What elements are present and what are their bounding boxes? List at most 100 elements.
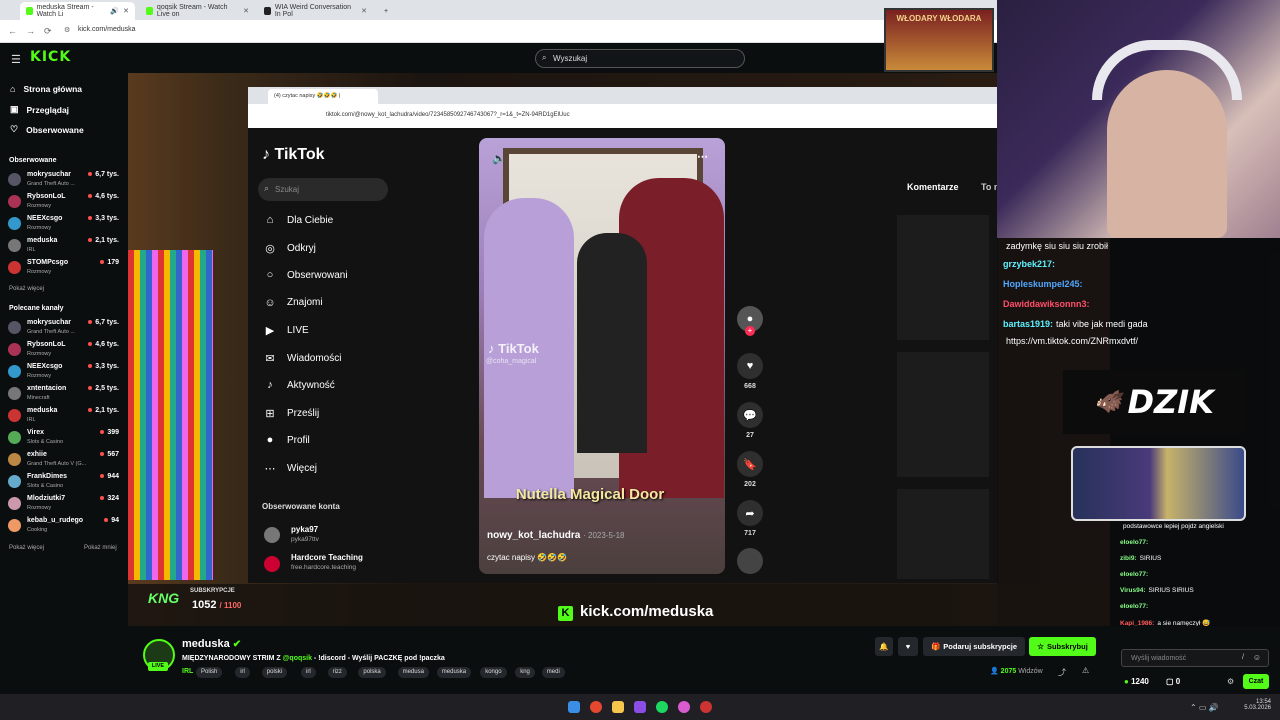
chat-username[interactable]: zibi9:	[1120, 555, 1137, 562]
channel-item[interactable]: FrankDimes Slots & Casino 944	[8, 472, 120, 492]
chat-input[interactable]: Wyślij wiadomość / ☺	[1121, 649, 1269, 667]
tiktok-nav-item[interactable]: ▶ LIVE	[263, 324, 309, 337]
tiktok-action[interactable]: 🔖 202	[737, 451, 763, 488]
channel-item[interactable]: xntentacion Minecraft 2,5 tys.	[8, 384, 120, 404]
reload-icon[interactable]: ⟳	[44, 26, 52, 37]
follow-heart-button[interactable]: ♥	[898, 637, 918, 656]
bookmark-icon[interactable]: 🔖	[737, 451, 763, 477]
tiktok-nav-item[interactable]: ⊞ Prześlij	[263, 407, 319, 420]
tray-icons[interactable]: ⌃ ▭ 🔊	[1190, 703, 1219, 712]
speaker-icon[interactable]: 🔊	[110, 7, 119, 15]
channel-item[interactable]: mokrysuchar Grand Theft Auto ... 6,7 tys.	[8, 318, 120, 338]
comment-icon[interactable]: 💬	[737, 402, 763, 428]
video-thumbnail[interactable]	[897, 215, 989, 340]
channel-item[interactable]: meduska IRL 2,1 tys.	[8, 406, 120, 426]
new-tab-button[interactable]: +	[378, 2, 392, 20]
video-thumbnail[interactable]	[897, 352, 989, 477]
tiktok-action[interactable]: ➦ 717	[737, 500, 763, 537]
share-icon[interactable]: ⤴	[1058, 667, 1066, 678]
stream-tag[interactable]: meduska	[436, 667, 472, 678]
tiktok-logo[interactable]: ♪ TikTok	[262, 146, 325, 164]
chat-username[interactable]: Virus94:	[1120, 587, 1146, 594]
channel-item[interactable]: Virex Slots & Casino 399	[8, 428, 120, 448]
channel-item[interactable]: exhiie Grand Theft Auto V (G... 567	[8, 450, 120, 470]
emoji-icon[interactable]: ☺	[1253, 653, 1261, 662]
channel-item[interactable]: meduska IRL 2,1 tys.	[8, 236, 120, 256]
settings-gear-icon[interactable]: ⚙	[1227, 677, 1234, 686]
close-tab-icon[interactable]: ✕	[361, 7, 367, 15]
back-icon[interactable]: ←	[8, 26, 17, 36]
creator-avatar[interactable]: ● +	[737, 306, 763, 336]
explorer-icon[interactable]	[612, 701, 624, 713]
tiktok-nav-item[interactable]: ○ Obserwowani	[263, 269, 348, 281]
channel-item[interactable]: RybsonLoL Rozmowy 4,6 tys.	[8, 340, 120, 360]
tiktok-action[interactable]: 💬 27	[737, 402, 763, 439]
tiktok-nav-item[interactable]: ◎ Odkryj	[263, 242, 316, 255]
category-link[interactable]: IRL	[182, 668, 193, 675]
stream-tag[interactable]: Polish	[196, 667, 223, 678]
chat-username[interactable]: eloelo77:	[1120, 539, 1148, 546]
notification-bell-button[interactable]: 🔔	[875, 637, 893, 656]
channel-item[interactable]: Mlodziutki7 Rozmowy 324	[8, 494, 120, 514]
show-more-link[interactable]: Pokaż więcej	[9, 545, 44, 551]
tiktok-nav-item[interactable]: ☺ Znajomi	[263, 297, 322, 309]
stream-tag[interactable]: polska	[358, 667, 386, 678]
channel-item[interactable]: NEEXcsgo Rozmowy 3,3 tys.	[8, 214, 120, 234]
stream-tag[interactable]: polski	[261, 667, 288, 678]
stream-tag[interactable]: kng	[515, 667, 535, 678]
chat-username[interactable]: grzybek217:	[1003, 259, 1055, 269]
heart-icon[interactable]: ♥	[737, 353, 763, 379]
share-icon[interactable]: ➦	[737, 500, 763, 526]
follow-plus-icon[interactable]: +	[745, 326, 755, 336]
browser-tab-qoqsik[interactable]: qoqsik Stream - Watch Live on ✕	[140, 2, 255, 20]
stream-tag[interactable]: medi	[541, 667, 565, 678]
stream-tag[interactable]: medusa	[397, 667, 429, 678]
subscribe-button[interactable]: ☆ Subskrybuj	[1029, 637, 1096, 656]
inner-url[interactable]: tiktok.com/@nowy_kot_lachudra/video/7234…	[326, 112, 570, 118]
tiktok-nav-item[interactable]: ⋯ Więcej	[263, 462, 318, 475]
tiktok-nav-item[interactable]: ✉ Wiadomości	[263, 352, 341, 365]
sidebar-item-browse[interactable]: ▣ Przeglądaj	[10, 104, 69, 115]
chat-username[interactable]: eloelo77:	[1120, 571, 1148, 578]
inner-tab-tiktok[interactable]: (4) czytac napisy 🤣🤣🤣 |	[268, 89, 378, 104]
close-tab-icon[interactable]: ✕	[123, 7, 129, 15]
stream-tag[interactable]: irl	[235, 667, 250, 678]
tiktok-action[interactable]: ♥ 668	[737, 353, 763, 390]
show-more-link[interactable]: Pokaż więcej	[9, 286, 44, 292]
show-less-link[interactable]: Pokaż mniej	[84, 545, 117, 551]
gift-subs-button[interactable]: 🎁 Podaruj subskrypcje	[923, 637, 1025, 656]
more-options-icon[interactable]: ⋯	[697, 150, 708, 163]
chat-send-button[interactable]: Czat	[1243, 674, 1269, 689]
tiktok-search-input[interactable]: ⌕ Szukaj	[258, 178, 388, 201]
obs-icon[interactable]	[700, 701, 712, 713]
site-info-icon[interactable]: ⚙	[64, 26, 70, 34]
video-thumbnail[interactable]	[897, 489, 989, 579]
channel-item[interactable]: RybsonLoL Rozmowy 4,6 tys.	[8, 192, 120, 212]
chat-username[interactable]: bartas1919:	[1003, 319, 1053, 329]
browser-icon[interactable]	[678, 701, 690, 713]
channel-item[interactable]: mokrysuchar Grand Theft Auto ... 6,7 tys.	[8, 170, 120, 190]
clock[interactable]: 13:54 5.03.2026	[1243, 699, 1271, 711]
windows-start-icon[interactable]	[568, 701, 580, 713]
chrome-icon[interactable]	[590, 701, 602, 713]
report-icon[interactable]: ⚠	[1082, 666, 1089, 675]
stream-tag[interactable]: irl	[301, 667, 316, 678]
chat-username[interactable]: Hopleskumpel245:	[1003, 279, 1083, 289]
app-icon[interactable]	[634, 701, 646, 713]
tab-comments[interactable]: Komentarze	[907, 182, 959, 192]
browser-tab-wia[interactable]: WIA Weird Conversation In Pol ✕	[258, 2, 373, 20]
forward-icon[interactable]: →	[26, 26, 35, 36]
tiktok-nav-item[interactable]: ♪ Aktywność	[263, 379, 335, 391]
channel-item[interactable]: kebab_u_rudego Cooking 94	[8, 516, 120, 536]
close-tab-icon[interactable]: ✕	[243, 7, 249, 15]
tiktok-nav-item[interactable]: ● Profil	[263, 434, 310, 446]
channel-item[interactable]: NEEXcsgo Rozmowy 3,3 tys.	[8, 362, 120, 382]
url-input[interactable]: kick.com/meduska	[78, 26, 136, 33]
tiktok-video[interactable]	[479, 138, 725, 574]
command-icon[interactable]: /	[1242, 654, 1244, 661]
music-disc-icon[interactable]	[737, 548, 763, 574]
stream-tag[interactable]: kongo	[480, 667, 507, 678]
kick-logo[interactable]: KICK	[30, 49, 71, 65]
channel-item[interactable]: STOMPcsgo Rozmowy 179	[8, 258, 120, 278]
account-name[interactable]: Hardcore Teaching	[291, 553, 363, 562]
